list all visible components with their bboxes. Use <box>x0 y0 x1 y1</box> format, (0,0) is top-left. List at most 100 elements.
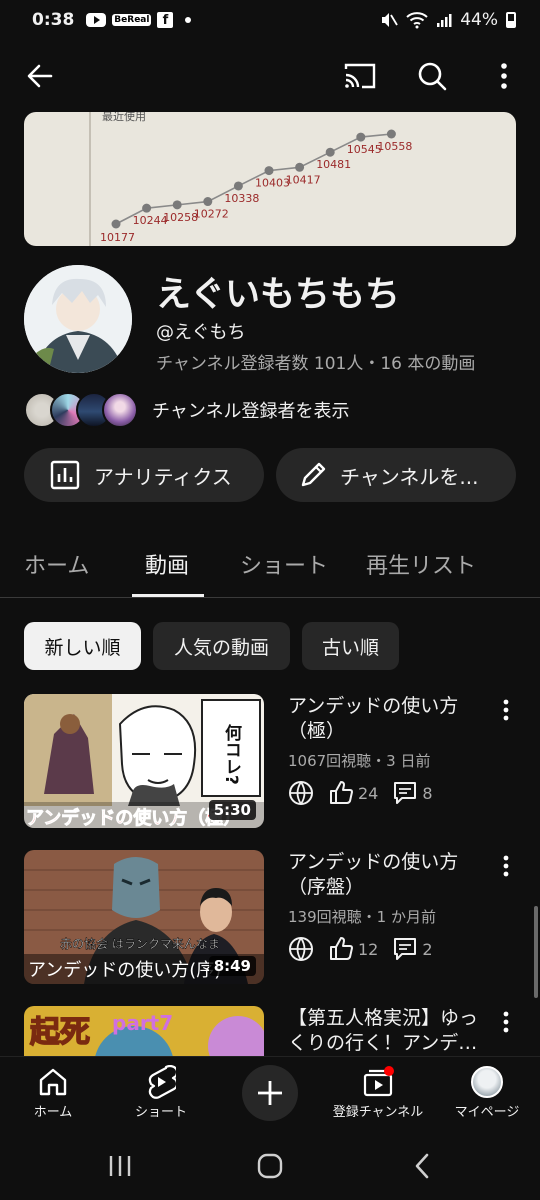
back-arrow-icon <box>27 64 53 88</box>
banner-graph-point <box>356 132 366 142</box>
video-thumbnail[interactable]: 何コレ? アンデッドの使い方（極） 5:30 <box>24 694 264 828</box>
more-vert-icon <box>501 63 507 89</box>
video-meta: 1067回視聴・3 日前 <box>288 752 431 770</box>
nav-home[interactable]: ホーム <box>0 1063 108 1120</box>
video-more-button[interactable] <box>496 698 516 722</box>
more-vert-icon <box>503 1011 509 1033</box>
banner-graph-point <box>264 166 274 176</box>
more-options-button[interactable] <box>484 56 524 96</box>
banner-graph-point <box>325 147 335 157</box>
video-more-button[interactable] <box>496 854 516 878</box>
cast-icon <box>344 63 376 89</box>
banner-graph-point <box>295 162 305 172</box>
facebook-notification-icon: f <box>157 12 174 28</box>
scrollbar[interactable] <box>534 906 538 998</box>
banner-graph-label: 10558 <box>377 140 412 153</box>
globe-icon <box>289 937 313 961</box>
comment-count: 8 <box>422 783 433 803</box>
nav-shorts-label: ショート <box>134 1105 187 1120</box>
system-home-button[interactable] <box>250 1150 290 1182</box>
shorts-icon <box>148 1065 176 1099</box>
cast-button[interactable] <box>340 56 380 96</box>
channel-name: えぐいもちもち <box>156 275 400 315</box>
banner-graph-point <box>142 203 152 213</box>
more-notifications-dot-icon <box>185 17 192 23</box>
back-button[interactable] <box>20 56 60 96</box>
recent-apps-icon <box>109 1156 131 1176</box>
banner-graph-point <box>172 200 182 210</box>
comment-count: 2 <box>422 939 433 959</box>
chip-newest[interactable]: 新しい順 <box>24 622 141 670</box>
video-title[interactable]: アンデッドの使い方（序盤） <box>288 850 488 900</box>
plus-icon <box>258 1081 282 1105</box>
active-tab-indicator <box>132 594 204 597</box>
system-back-button[interactable] <box>402 1150 442 1182</box>
subscriptions-icon <box>363 1066 394 1097</box>
chip-popular[interactable]: 人気の動画 <box>153 622 290 670</box>
comment-icon <box>394 782 417 804</box>
video-item[interactable]: 起死 part7 【第五人格実況】ゆっくりの行く！アンデ… <box>24 1006 516 1056</box>
analytics-label: アナリティクス <box>94 464 232 489</box>
edit-channel-label: チャンネルを... <box>340 464 479 489</box>
view-subscribers-label: チャンネル登録者を表示 <box>152 401 350 422</box>
avatar-illustration-icon <box>24 265 132 373</box>
bottom-navigation: ホーム ショート 登録チャンネル マイページ <box>0 1056 540 1132</box>
thumb-overlay-title: 起死 <box>30 1015 90 1050</box>
video-stats: 12 2 <box>288 934 447 964</box>
more-vert-icon <box>503 855 509 877</box>
video-title[interactable]: アンデッドの使い方（極） <box>288 694 488 744</box>
battery-icon <box>506 12 516 28</box>
tab-home[interactable]: ホーム <box>24 548 89 580</box>
system-back-icon <box>415 1153 429 1179</box>
tab-shorts[interactable]: ショート <box>240 548 328 580</box>
recent-apps-button[interactable] <box>100 1150 140 1182</box>
signal-icon <box>437 14 452 27</box>
thumb-overlay-title: アンデッドの使い方(序) <box>28 960 221 981</box>
avatar-icon <box>471 1066 503 1098</box>
like-icon <box>330 937 353 960</box>
thumbnail-image: 起死 part7 <box>24 1006 264 1056</box>
nav-shorts[interactable]: ショート <box>106 1063 216 1120</box>
video-more-button[interactable] <box>496 1010 516 1034</box>
home-icon <box>39 1068 67 1096</box>
nav-home-label: ホーム <box>33 1105 73 1120</box>
video-thumbnail[interactable]: 赤の協会 はランクマ来んなま アンデッドの使い方(序) 8:49 <box>24 850 264 984</box>
banner-graph-label: 10338 <box>224 192 259 205</box>
search-button[interactable] <box>412 56 452 96</box>
analytics-button[interactable]: アナリティクス <box>24 448 264 502</box>
video-thumbnail[interactable]: 起死 part7 <box>24 1006 264 1056</box>
thumb-bubble-text: 何コレ? <box>221 723 242 785</box>
banner-graph-label: 10417 <box>286 173 321 186</box>
banner-graph-point <box>233 181 243 191</box>
video-title[interactable]: 【第五人格実況】ゆっくりの行く！アンデ… <box>288 1006 488 1056</box>
create-button[interactable] <box>242 1065 298 1121</box>
more-vert-icon <box>503 699 509 721</box>
chip-oldest[interactable]: 古い順 <box>302 622 399 670</box>
nav-my-page-label: マイページ <box>454 1105 520 1120</box>
video-item[interactable]: 赤の協会 はランクマ来んなま アンデッドの使い方(序) 8:49 アンデッドの使… <box>24 850 516 984</box>
video-meta: 139回視聴・1 か月前 <box>288 908 436 926</box>
mute-icon <box>382 13 398 27</box>
video-item[interactable]: 何コレ? アンデッドの使い方（極） 5:30 アンデッドの使い方（極） 1067… <box>24 694 516 828</box>
nav-my-page[interactable]: マイページ <box>432 1063 540 1120</box>
youtube-notification-icon <box>86 13 107 27</box>
edit-channel-button[interactable]: チャンネルを... <box>276 448 516 502</box>
system-home-icon <box>257 1153 283 1179</box>
comment-icon <box>394 938 417 960</box>
battery-percent: 44% <box>460 10 498 30</box>
status-time: 0:38 <box>32 10 75 30</box>
banner-graph-label: 10481 <box>316 158 351 171</box>
banner-caption: 最近使用 <box>102 112 146 123</box>
channel-avatar[interactable] <box>24 265 132 373</box>
banner-graph-point <box>203 197 213 207</box>
like-icon <box>330 781 353 804</box>
tab-playlists[interactable]: 再生リスト <box>366 548 476 580</box>
tab-videos[interactable]: 動画 <box>145 548 189 580</box>
nav-subscriptions[interactable]: 登録チャンネル <box>323 1063 433 1120</box>
banner-graph: 最近使用 10177102441025810272103381040310417… <box>89 112 412 246</box>
channel-banner: 最近使用 10177 10244 10258 10272 10338 10403 10417… <box>24 112 516 246</box>
view-subscribers-row[interactable]: チャンネル登録者を表示 <box>24 390 349 430</box>
wifi-icon <box>406 12 428 29</box>
nav-subscriptions-label: 登録チャンネル <box>332 1105 424 1120</box>
subscriber-avatar <box>102 392 138 428</box>
